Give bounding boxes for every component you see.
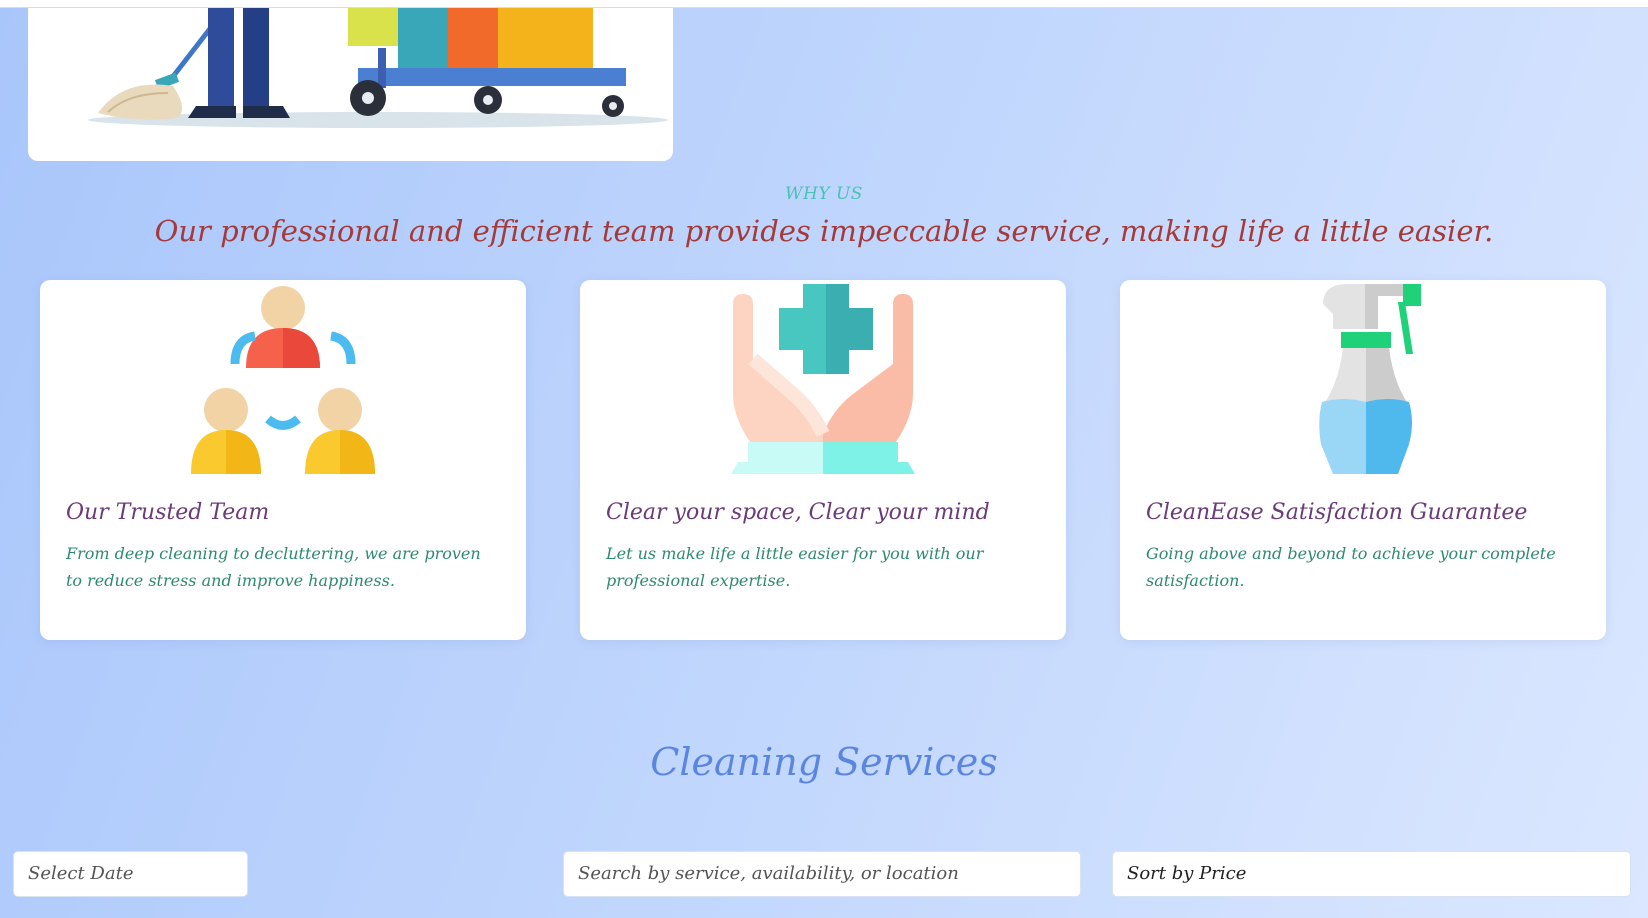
cleaning-services-heading: Cleaning Services bbox=[650, 740, 998, 784]
select-date-input[interactable]: Select Date bbox=[13, 851, 248, 897]
feature-title: CleanEase Satisfaction Guarantee bbox=[1146, 500, 1528, 525]
search-input[interactable]: Search by service, availability, or loca… bbox=[563, 851, 1081, 897]
why-us-heading: Our professional and efficient team prov… bbox=[154, 214, 1494, 248]
spray-bottle-icon bbox=[1120, 280, 1606, 476]
sort-by-price-select[interactable]: Sort by Price bbox=[1112, 851, 1631, 897]
feature-card-clear-space: Clear your space, Clear your mind Let us… bbox=[580, 280, 1066, 640]
feature-card-trusted-team: Our Trusted Team From deep cleaning to d… bbox=[40, 280, 526, 640]
browser-top-edge bbox=[0, 0, 1648, 8]
feature-description: Going above and beyond to achieve your c… bbox=[1146, 544, 1556, 590]
care-hands-icon bbox=[580, 280, 1066, 476]
hero-image-card bbox=[28, 8, 673, 161]
feature-title: Clear your space, Clear your mind bbox=[606, 500, 990, 525]
feature-title: Our Trusted Team bbox=[66, 500, 270, 525]
cleaner-illustration bbox=[88, 8, 668, 128]
team-icon bbox=[40, 280, 526, 476]
feature-card-satisfaction-guarantee: CleanEase Satisfaction Guarantee Going a… bbox=[1120, 280, 1606, 640]
feature-description: From deep cleaning to decluttering, we a… bbox=[66, 544, 481, 590]
feature-description: Let us make life a little easier for you… bbox=[606, 544, 984, 590]
why-us-label: WHY US bbox=[785, 184, 863, 204]
